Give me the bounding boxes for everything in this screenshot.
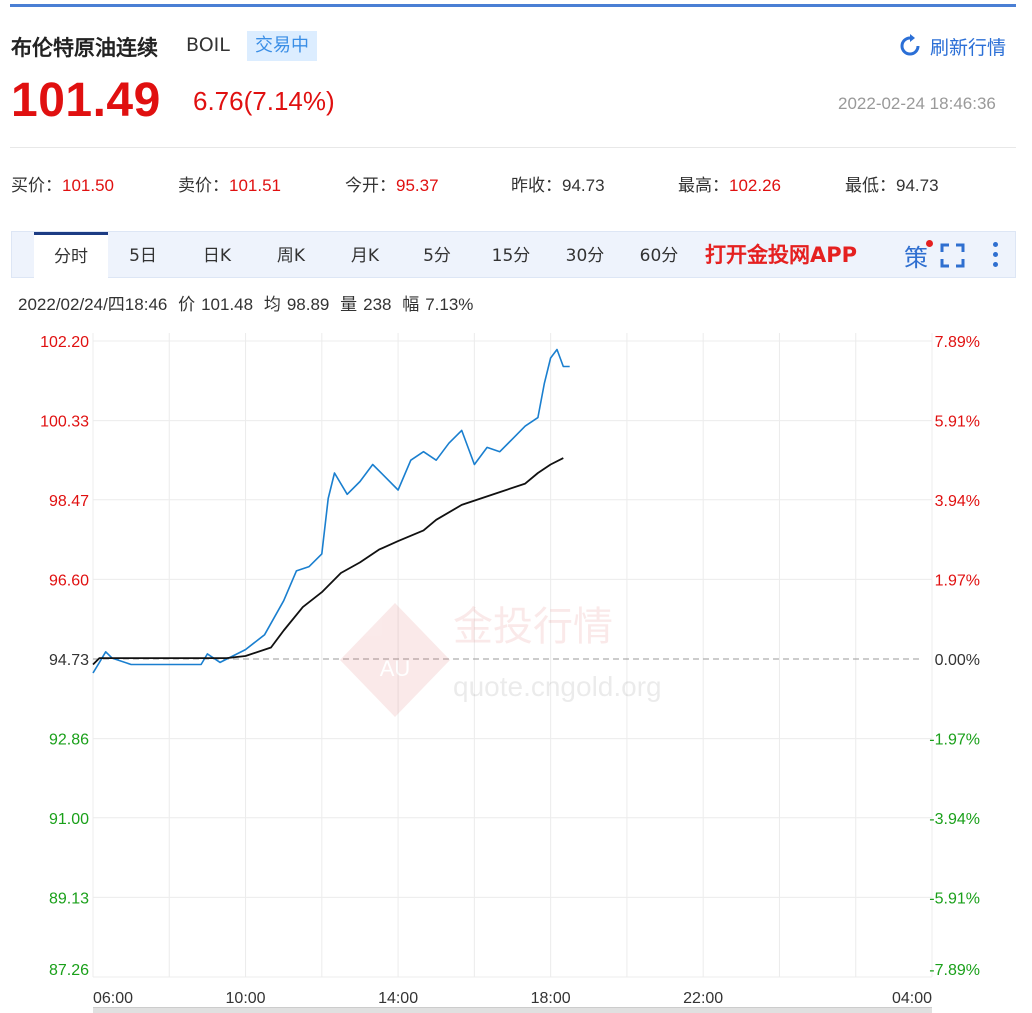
x-tick-label: 10:00 bbox=[226, 990, 266, 1007]
tab-monthly-k[interactable]: 月K bbox=[332, 232, 398, 278]
quote-label: 昨收： bbox=[511, 176, 562, 196]
tab-30min[interactable]: 30分 bbox=[552, 232, 618, 278]
y-tick-label-right: -5.91% bbox=[929, 890, 980, 907]
quote-open: 今开：95.37 bbox=[345, 171, 439, 196]
y-tick-label-right: 5.91% bbox=[935, 414, 980, 431]
fullscreen-icon[interactable] bbox=[940, 243, 965, 268]
x-tick-label: 18:00 bbox=[531, 990, 571, 1007]
notification-dot bbox=[926, 240, 933, 247]
y-tick-label-left: 92.86 bbox=[49, 732, 89, 749]
quote-label: 最高： bbox=[678, 176, 729, 196]
quote-value: 101.50 bbox=[62, 176, 114, 195]
y-tick-label-left: 98.47 bbox=[49, 493, 89, 510]
tab-weekly-k[interactable]: 周K bbox=[258, 232, 324, 278]
info-volume: 238 bbox=[363, 295, 392, 314]
quote-value: 94.73 bbox=[562, 176, 605, 195]
intraday-chart[interactable]: 102.20 7.89% 100.33 5.91% 98.47 3.94% 96.60 1.9… bbox=[0, 320, 1032, 1013]
y-tick-label-left: 89.13 bbox=[49, 890, 89, 907]
y-tick-label-right: -3.94% bbox=[929, 811, 980, 828]
quote-label: 今开： bbox=[345, 176, 396, 196]
quote-label: 最低： bbox=[845, 176, 896, 196]
tab-intraday[interactable]: 分时 bbox=[34, 232, 108, 278]
quote-bid: 买价：101.50 bbox=[11, 171, 114, 196]
y-tick-label-right: 7.89% bbox=[935, 334, 980, 351]
refresh-icon bbox=[900, 34, 920, 56]
quote-low: 最低：94.73 bbox=[845, 171, 939, 196]
time-scrollbar bbox=[93, 1008, 932, 1013]
y-tick-label-left: 102.20 bbox=[40, 334, 89, 351]
x-tick-label: 04:00 bbox=[892, 990, 932, 1007]
divider bbox=[10, 147, 1016, 148]
last-price: 101.49 bbox=[11, 74, 161, 127]
info-datetime: 2022/02/24/四18:46 bbox=[18, 295, 168, 314]
tab-60min[interactable]: 60分 bbox=[626, 232, 692, 278]
x-tick-label: 06:00 bbox=[93, 990, 133, 1007]
tab-15min[interactable]: 15分 bbox=[478, 232, 544, 278]
instrument-name: 布伦特原油连续 bbox=[11, 36, 158, 60]
y-tick-label-right: -7.89% bbox=[929, 962, 980, 979]
top-accent-line bbox=[10, 4, 1016, 7]
quote-value: 102.26 bbox=[729, 176, 781, 195]
y-tick-label-left: 87.26 bbox=[49, 962, 89, 979]
period-tabs: 分时 5日 日K 周K 月K 5分 15分 30分 60分 打开金投网APP 策 bbox=[11, 231, 1016, 278]
quote-label: 买价： bbox=[11, 176, 62, 196]
x-tick-label: 22:00 bbox=[683, 990, 723, 1007]
price-change: 6.76(7.14%) bbox=[193, 86, 335, 116]
tab-5min[interactable]: 5分 bbox=[404, 232, 470, 278]
instrument-code: BOIL bbox=[186, 34, 230, 56]
quote-prev-close: 昨收：94.73 bbox=[511, 171, 605, 196]
x-tick-label: 14:00 bbox=[378, 990, 418, 1007]
refresh-label: 刷新行情 bbox=[930, 36, 1007, 59]
quote-label: 卖价： bbox=[178, 176, 229, 196]
quote-datetime: 2022-02-24 18:46:36 bbox=[838, 94, 996, 113]
refresh-button[interactable]: 刷新行情 bbox=[898, 33, 1006, 59]
open-app-link[interactable]: 打开金投网APP bbox=[705, 232, 857, 278]
info-range: 7.13% bbox=[425, 295, 474, 314]
quote-value: 94.73 bbox=[896, 176, 939, 195]
y-tick-label-right: -1.97% bbox=[929, 732, 980, 749]
quote-high: 最高：102.26 bbox=[678, 171, 781, 196]
more-menu-icon[interactable] bbox=[989, 240, 1001, 270]
price-line bbox=[92, 348, 570, 674]
quote-ask: 卖价：101.51 bbox=[178, 171, 281, 196]
trading-status-badge: 交易中 bbox=[247, 31, 317, 61]
tab-daily-k[interactable]: 日K bbox=[184, 232, 250, 278]
info-price-label: 价 bbox=[178, 295, 196, 314]
info-avg-label: 均 bbox=[263, 295, 281, 314]
info-range-label: 幅 bbox=[402, 295, 420, 314]
info-price: 101.48 bbox=[201, 295, 254, 314]
info-avg: 98.89 bbox=[286, 295, 330, 314]
quote-value: 95.37 bbox=[396, 176, 439, 195]
y-tick-label-right: 3.94% bbox=[935, 493, 980, 510]
y-tick-label-left: 91.00 bbox=[49, 811, 89, 828]
y-tick-label-left: 100.33 bbox=[40, 414, 89, 431]
quote-value: 101.51 bbox=[229, 176, 281, 195]
info-volume-label: 量 bbox=[340, 295, 358, 314]
average-line bbox=[92, 457, 564, 666]
strategy-icon[interactable]: 策 bbox=[904, 238, 928, 273]
y-tick-label-right: 1.97% bbox=[935, 572, 980, 589]
y-tick-label-left: 96.60 bbox=[49, 572, 89, 589]
y-tick-label-left: 94.73 bbox=[49, 652, 89, 669]
chart-info-bar: 2022/02/24/四18:46 价 101.48 均 98.89 量 238 幅7… bbox=[18, 290, 479, 315]
y-tick-label-right: 0.00% bbox=[935, 652, 980, 669]
tab-5day[interactable]: 5日 bbox=[110, 232, 176, 278]
